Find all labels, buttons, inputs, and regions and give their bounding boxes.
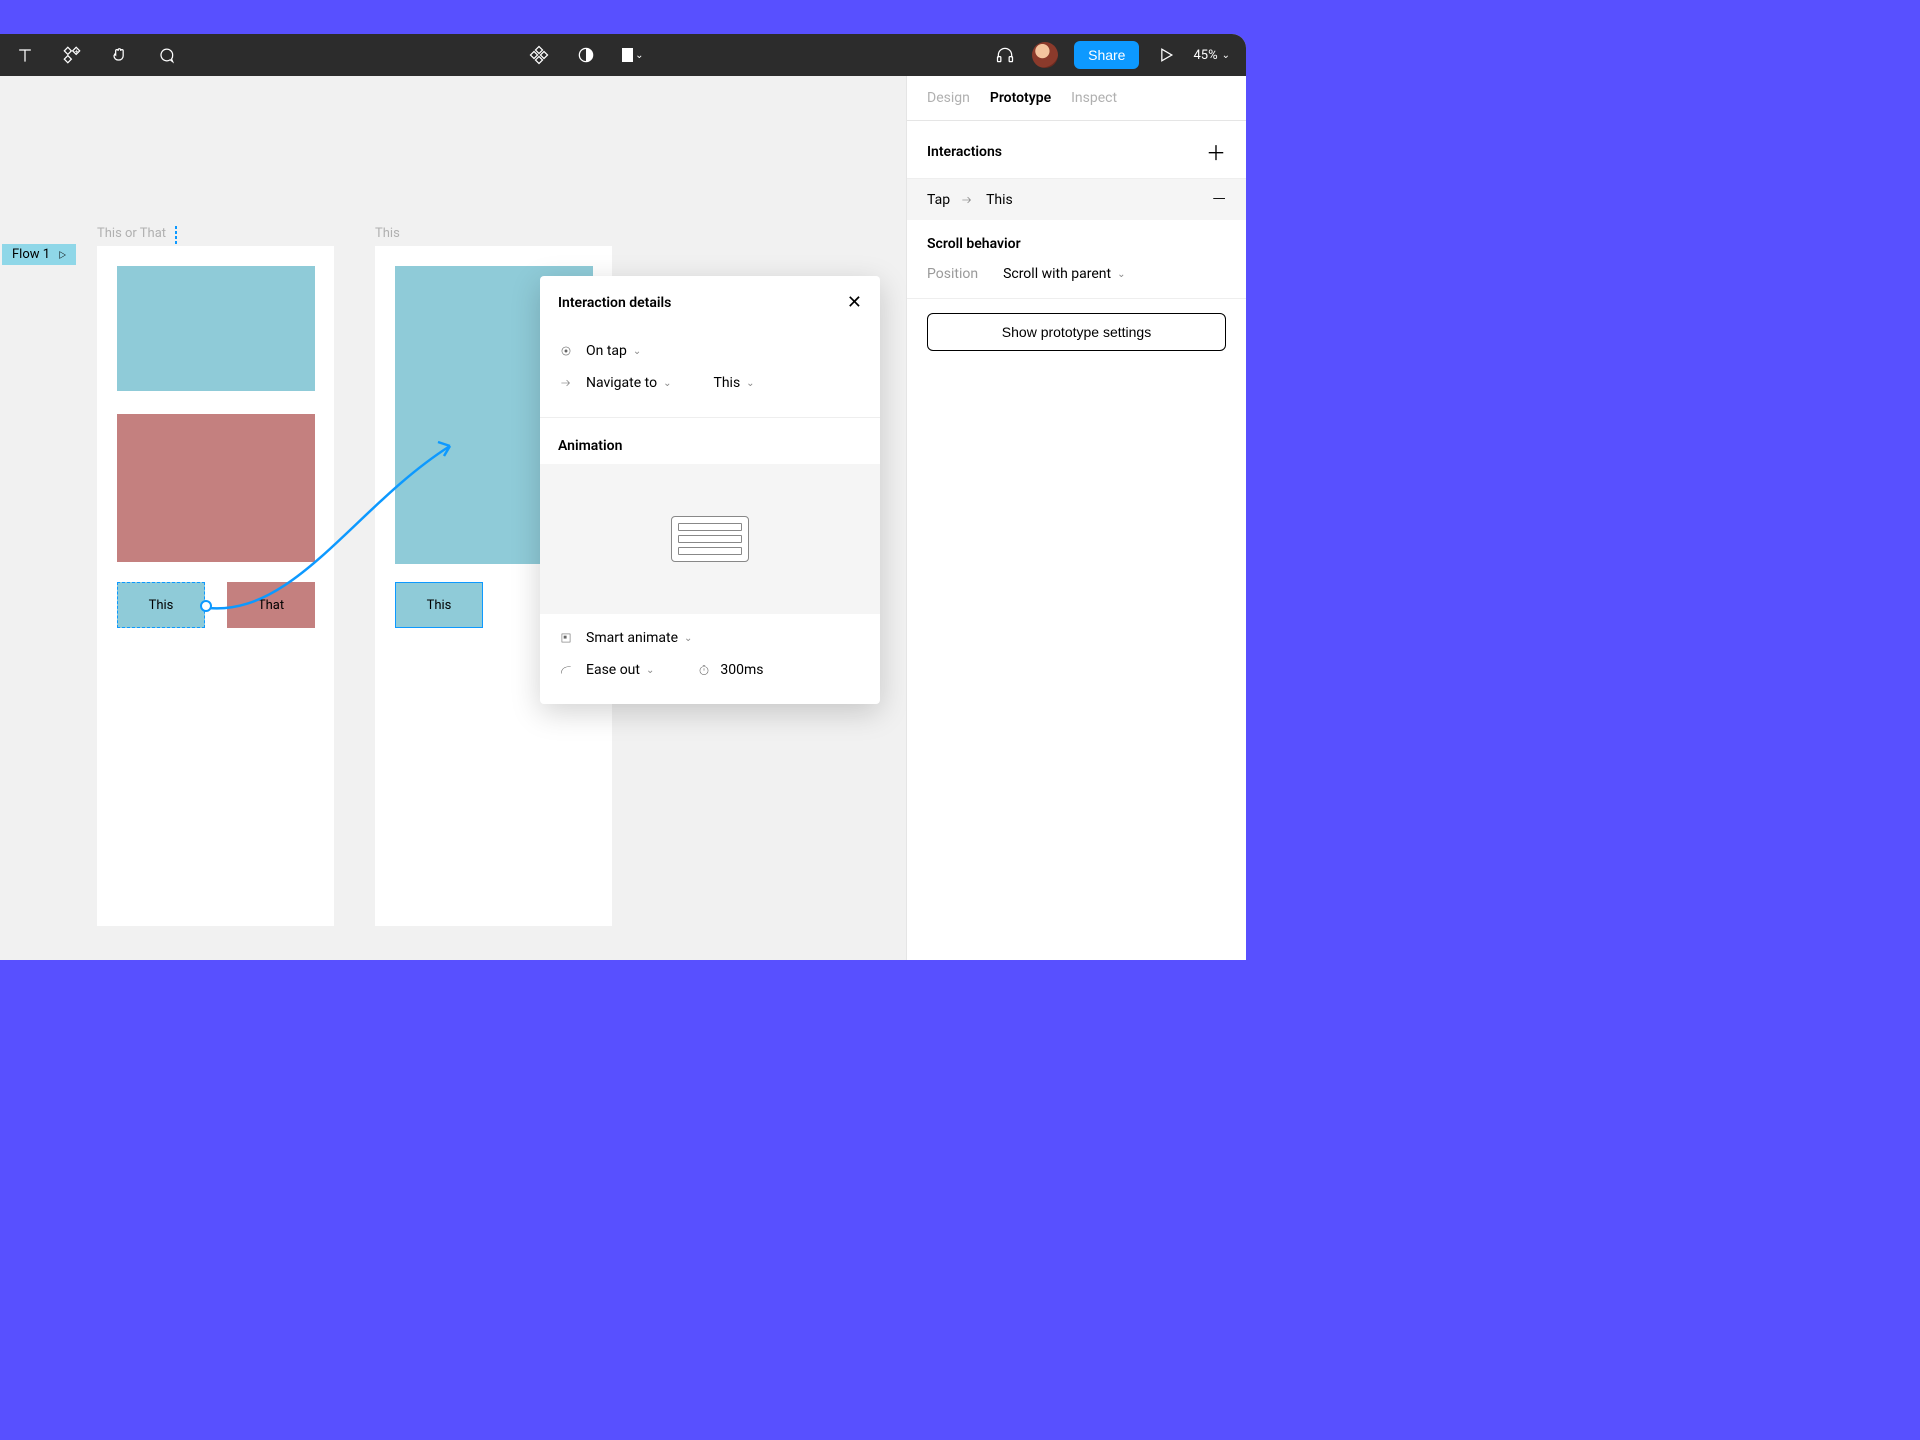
tap-icon (558, 344, 574, 358)
smart-animate-icon (558, 631, 574, 645)
action-dropdown[interactable]: Navigate to ⌄ (586, 375, 671, 391)
animation-type-label: Smart animate (586, 630, 678, 646)
interaction-target: This (986, 192, 1013, 208)
easing-dropdown[interactable]: Ease out ⌄ (586, 662, 654, 678)
chevron-down-icon: ⌄ (684, 633, 692, 644)
shapes-tool-icon[interactable]: + (61, 44, 83, 66)
arrow-right-icon (960, 193, 974, 207)
trigger-label: On tap (586, 343, 627, 359)
easing-label: Ease out (586, 662, 640, 678)
popup-title: Interaction details (558, 295, 671, 311)
image-block[interactable] (117, 266, 315, 391)
present-icon[interactable] (1155, 44, 1177, 66)
flow-start-label[interactable]: Flow 1 (2, 244, 76, 265)
frame-title-2[interactable]: This (375, 226, 400, 241)
chevron-down-icon[interactable]: ⌄ (635, 50, 643, 61)
right-panel: Design Prototype Inspect Interactions ＋ … (906, 76, 1246, 960)
add-interaction-button[interactable]: ＋ (1206, 137, 1226, 166)
trigger-dropdown[interactable]: On tap ⌄ (558, 335, 862, 367)
contrast-icon[interactable] (575, 44, 597, 66)
toolbar: + ⌄ Share (0, 34, 1246, 76)
chevron-down-icon: ⌄ (663, 378, 671, 389)
connection-origin-dot[interactable] (200, 600, 212, 612)
canvas[interactable]: Flow 1 This or That This This That This (0, 76, 906, 960)
chevron-down-icon: ⌄ (746, 378, 754, 389)
flow-label-text: Flow 1 (12, 247, 50, 262)
image-block[interactable] (117, 414, 315, 562)
interaction-row[interactable]: Tap This — (907, 179, 1246, 220)
duration-field[interactable]: 300ms (696, 662, 763, 678)
remove-interaction-button[interactable]: — (1212, 189, 1226, 210)
zoom-dropdown[interactable]: 45% ⌄ (1193, 48, 1230, 63)
headphones-icon[interactable] (994, 44, 1016, 66)
position-dropdown[interactable]: Scroll with parent ⌄ (1003, 266, 1125, 282)
components-icon[interactable] (528, 44, 550, 66)
button-this-selected[interactable]: This (117, 582, 205, 628)
close-icon[interactable]: ✕ (847, 292, 862, 313)
tab-prototype[interactable]: Prototype (990, 90, 1051, 106)
frame-title-1[interactable]: This or That (97, 226, 166, 241)
animation-type-dropdown[interactable]: Smart animate ⌄ (558, 622, 862, 654)
button-that[interactable]: That (227, 582, 315, 628)
avatar[interactable] (1032, 42, 1058, 68)
interactions-title: Interactions (927, 144, 1002, 160)
button-label: This (427, 598, 452, 613)
interaction-trigger: Tap (927, 192, 950, 208)
easing-curve-icon (558, 663, 574, 677)
button-label: That (258, 598, 284, 613)
hand-tool-icon[interactable] (108, 44, 130, 66)
chevron-down-icon: ⌄ (1222, 50, 1230, 61)
frame-this-or-that[interactable]: This That (97, 246, 334, 926)
scroll-behavior-title: Scroll behavior (927, 236, 1021, 252)
duration-value: 300ms (720, 662, 763, 678)
interaction-details-popup: Interaction details ✕ On tap ⌄ Navigate t… (540, 276, 880, 704)
button-this[interactable]: This (395, 582, 483, 628)
arrow-right-icon (558, 376, 574, 390)
tab-inspect[interactable]: Inspect (1071, 90, 1117, 106)
chevron-down-icon: ⌄ (646, 665, 654, 676)
button-label: This (149, 598, 174, 613)
chevron-down-icon: ⌄ (1117, 269, 1125, 280)
position-value: Scroll with parent (1003, 266, 1111, 282)
target-label: This (713, 375, 740, 391)
animation-preview (540, 464, 880, 614)
target-dropdown[interactable]: This ⌄ (713, 375, 754, 391)
mask-icon[interactable]: ⌄ (622, 44, 644, 66)
svg-text:+: + (75, 47, 79, 55)
share-button[interactable]: Share (1074, 41, 1139, 69)
animation-section-title: Animation (540, 424, 880, 464)
text-tool-icon[interactable] (14, 44, 36, 66)
timer-icon (696, 663, 712, 677)
comment-tool-icon[interactable] (155, 44, 177, 66)
zoom-value: 45% (1193, 48, 1217, 63)
show-prototype-settings-button[interactable]: Show prototype settings (927, 313, 1226, 351)
position-label: Position (927, 266, 978, 282)
chevron-down-icon: ⌄ (633, 346, 641, 357)
tab-design[interactable]: Design (927, 90, 970, 106)
action-label: Navigate to (586, 375, 657, 391)
